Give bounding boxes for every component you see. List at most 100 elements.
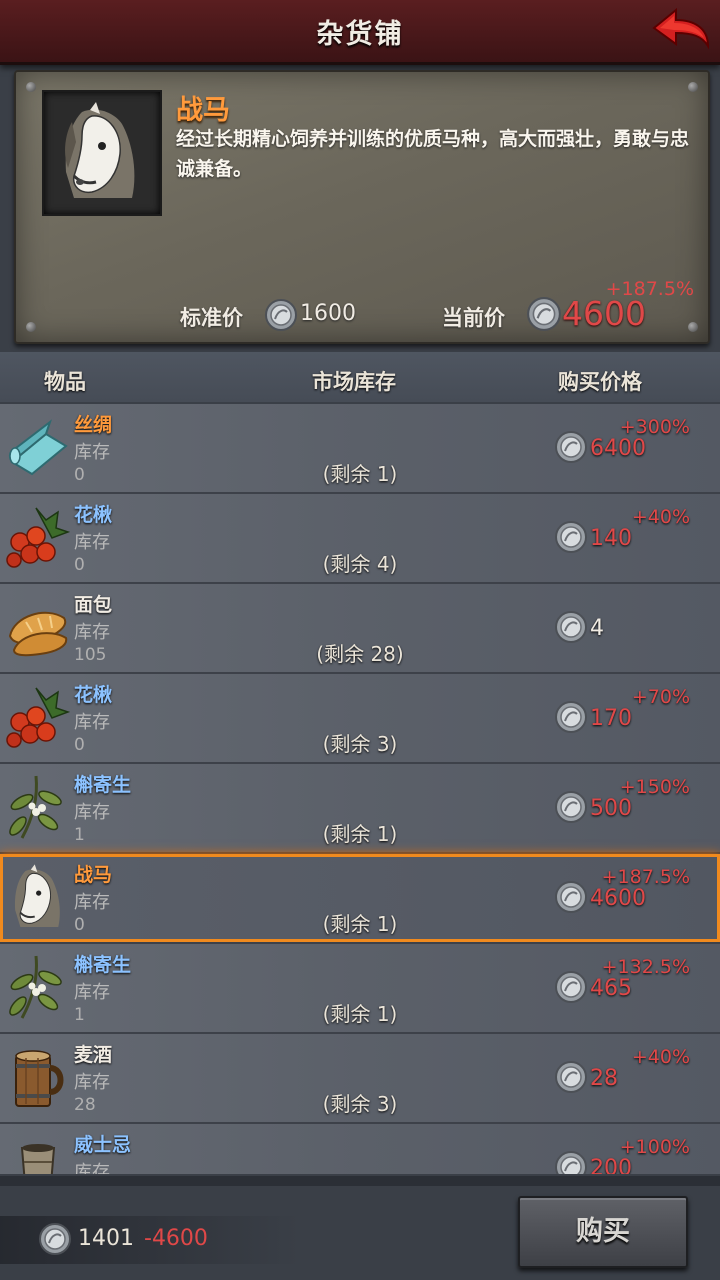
- silver-coin-icon: [555, 611, 587, 643]
- price-percent: +300%: [619, 416, 690, 438]
- list-item[interactable]: 槲寄生 库存 1 (剩余 1) 500 +150%: [0, 764, 720, 854]
- market-remaining: (剩余 3): [322, 732, 398, 756]
- list-bottom-divider: [0, 1176, 720, 1186]
- back-button[interactable]: [650, 6, 712, 54]
- wallet-balance: 1401 -4600: [0, 1216, 300, 1264]
- list-item-selected[interactable]: 战马 库存 0 (剩余 1) 4600 +187.5%: [0, 854, 720, 944]
- column-header-item: 物品: [44, 370, 86, 394]
- list-item[interactable]: 花楸 库存 0 (剩余 4) 140 +40%: [0, 494, 720, 584]
- item-list[interactable]: 丝绸 库存 0 (剩余 1) 6400 +300% 花楸 库存 0 (剩余 4)…: [0, 404, 720, 1174]
- money-amount: 1401: [78, 1226, 134, 1251]
- stock-label: 库存: [74, 1162, 110, 1174]
- price-percent: +187.5%: [601, 866, 690, 888]
- stock-value: 0: [74, 465, 85, 485]
- buy-price: 200: [590, 1156, 632, 1174]
- list-item[interactable]: 面包 库存 105 (剩余 28) 4: [0, 584, 720, 674]
- stock-label: 库存: [74, 442, 110, 463]
- standard-price-value: 1600: [300, 301, 356, 326]
- page-title: 杂货铺: [316, 19, 404, 50]
- stock-label: 库存: [74, 622, 110, 643]
- silver-coin-icon: [555, 1151, 587, 1174]
- list-item[interactable]: 花楸 库存 0 (剩余 3) 170 +70%: [0, 674, 720, 764]
- bread-icon: [8, 611, 68, 657]
- current-price-label: 当前价: [442, 306, 505, 330]
- stock-label: 库存: [74, 1072, 110, 1093]
- market-remaining: (剩余 1): [322, 822, 398, 846]
- silver-coin-icon: [265, 299, 297, 331]
- whisky-cup-icon: [20, 1144, 56, 1174]
- silver-coin-icon: [555, 971, 587, 1003]
- rowan-berries-icon: [6, 687, 70, 748]
- nail-decoration: [688, 82, 698, 92]
- standard-price-label: 标准价: [180, 306, 243, 330]
- column-header-price: 购买价格: [558, 370, 642, 394]
- silver-coin-icon: [555, 791, 587, 823]
- silver-coin-icon: [555, 521, 587, 553]
- price-percent: +100%: [619, 1136, 690, 1158]
- stock-label: 库存: [74, 802, 110, 823]
- back-arrow-icon: [652, 7, 710, 50]
- item-detail-card: 战马 经过长期精心饲养并训练的优质马种，高大而强壮，勇敢与忠诚兼备。 标准价 1…: [14, 70, 710, 344]
- market-remaining: (剩余 1): [322, 462, 398, 486]
- nail-decoration: [26, 322, 36, 332]
- stock-value: 1: [74, 825, 85, 845]
- market-remaining: (剩余 3): [322, 1092, 398, 1116]
- buy-price: 4: [590, 616, 604, 641]
- item-description: 经过长期精心饲养并训练的优质马种，高大而强壮，勇敢与忠诚兼备。: [176, 128, 690, 180]
- market-remaining: (剩余 4): [322, 552, 398, 576]
- buy-price: 465: [590, 976, 632, 1001]
- stock-value: 28: [74, 1095, 96, 1115]
- list-item[interactable]: 槲寄生 库存 1 (剩余 1) 465 +132.5%: [0, 944, 720, 1034]
- buy-button[interactable]: 购买: [518, 1196, 688, 1268]
- stock-value: 1: [74, 1005, 85, 1025]
- silver-coin-icon: [39, 1223, 71, 1255]
- item-portrait: [42, 90, 162, 216]
- stock-label: 库存: [74, 892, 110, 913]
- stock-value: 105: [74, 645, 107, 665]
- silver-coin-icon: [555, 1061, 587, 1093]
- mistletoe-icon: [9, 775, 62, 839]
- market-remaining: (剩余 1): [322, 1002, 398, 1026]
- money-delta: -4600: [144, 1226, 208, 1251]
- list-header: 物品 市场库存 购买价格: [0, 352, 720, 402]
- warhorse-icon: [14, 864, 60, 928]
- silver-coin-icon: [527, 297, 561, 331]
- silver-coin-icon: [555, 431, 587, 463]
- rowan-berries-icon: [6, 507, 70, 568]
- buy-price: 28: [590, 1066, 618, 1091]
- warhorse-icon: [65, 102, 135, 198]
- price-percent: +132.5%: [601, 956, 690, 978]
- item-name: 花楸: [74, 684, 113, 706]
- stock-label: 库存: [74, 712, 110, 733]
- item-name: 战马: [176, 95, 230, 126]
- stock-value: 0: [74, 735, 85, 755]
- current-price-value: 4600: [562, 294, 646, 333]
- item-name: 丝绸: [74, 414, 113, 436]
- list-item[interactable]: 麦酒 库存 28 (剩余 3) 28 +40%: [0, 1034, 720, 1124]
- item-name: 麦酒: [74, 1044, 113, 1066]
- item-name: 威士忌: [74, 1134, 132, 1156]
- item-name: 槲寄生: [74, 954, 132, 976]
- silk-icon: [8, 419, 68, 476]
- silver-coin-icon: [555, 701, 587, 733]
- list-item[interactable]: 丝绸 库存 0 (剩余 1) 6400 +300%: [0, 404, 720, 494]
- ale-mug-icon: [15, 1050, 64, 1107]
- item-name: 战马: [74, 864, 113, 886]
- price-percent: +150%: [619, 776, 690, 798]
- stock-label: 库存: [74, 532, 110, 553]
- price-percent: +40%: [631, 506, 690, 528]
- buy-price: 4600: [590, 886, 646, 911]
- nail-decoration: [688, 322, 698, 332]
- item-name: 槲寄生: [74, 774, 132, 796]
- buy-price: 140: [590, 526, 632, 551]
- title-bar: 杂货铺: [0, 0, 720, 65]
- market-remaining: (剩余 28): [316, 642, 404, 666]
- stock-label: 库存: [74, 982, 110, 1003]
- buy-price: 170: [590, 706, 632, 731]
- list-item[interactable]: 威士忌 库存 200 +100%: [0, 1124, 720, 1174]
- mistletoe-icon: [9, 955, 62, 1019]
- item-name: 花楸: [74, 504, 113, 526]
- stock-value: 0: [74, 915, 85, 935]
- column-header-stock: 市场库存: [312, 370, 396, 394]
- price-percent: +70%: [631, 686, 690, 708]
